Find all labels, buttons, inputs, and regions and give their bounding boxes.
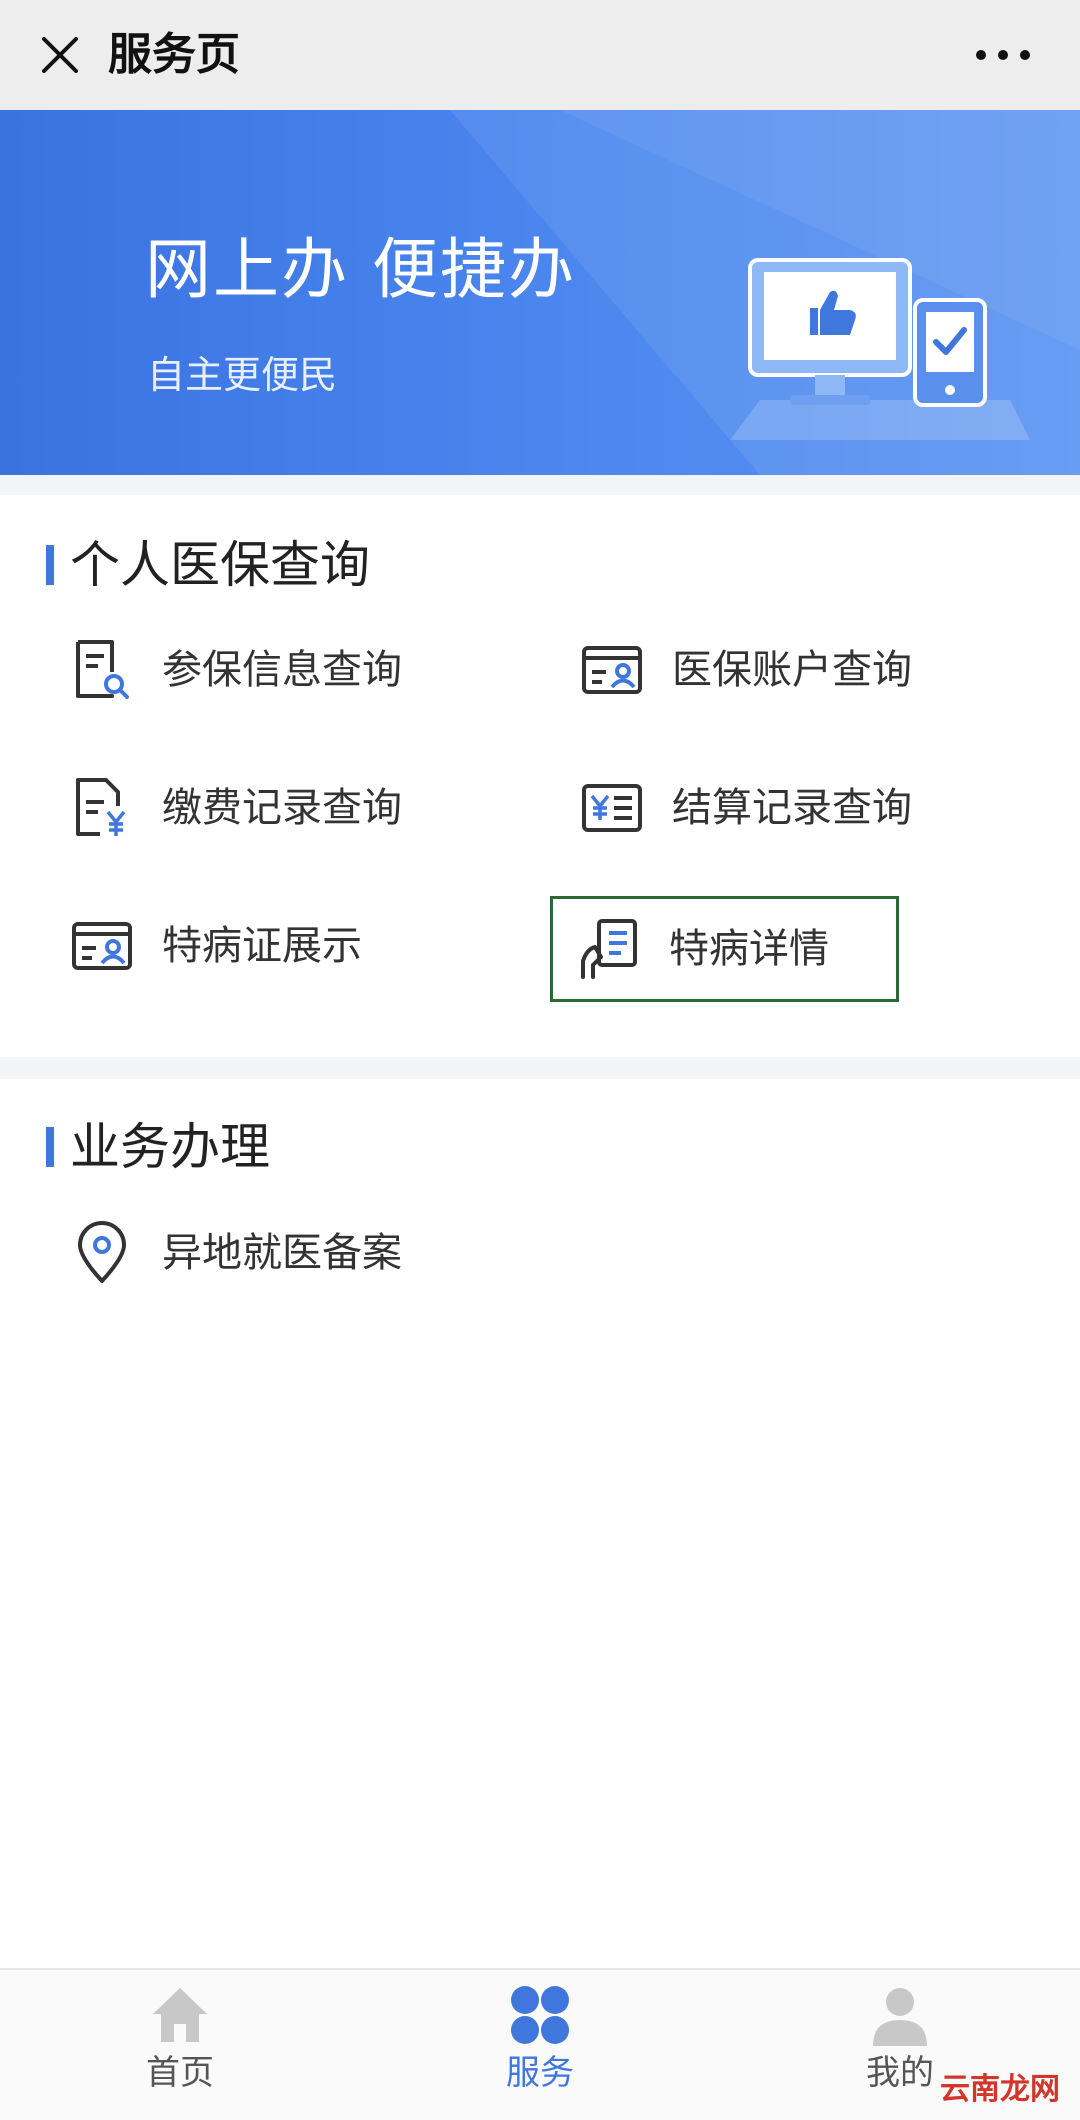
menu-item-label: 参保信息查询: [162, 647, 402, 693]
section-divider: [0, 1057, 1080, 1079]
tab-home[interactable]: 首页: [80, 1980, 280, 2110]
menu-item-account[interactable]: 医保账户查询: [580, 620, 912, 720]
banner-subline: 自主更便民: [147, 353, 338, 397]
menu-item-label: 缴费记录查询: [162, 785, 402, 831]
section-title-business: 业务办理: [46, 1112, 270, 1182]
menu-item-label: 特病证展示: [162, 923, 362, 969]
tab-label: 服务: [506, 2053, 574, 2093]
section-divider: [0, 475, 1080, 495]
banner-headline: 网上办 便捷办: [145, 231, 576, 308]
top-bar: 服务页: [0, 0, 1080, 110]
more-dots-icon[interactable]: [968, 25, 1038, 85]
bottom-tab-bar: 首页 服务 我的: [0, 1968, 1080, 2120]
grid-services-icon: [511, 1986, 569, 2044]
section-title-text: 个人医保查询: [70, 536, 370, 594]
menu-item-label: 医保账户查询: [672, 647, 912, 693]
id-card-icon: [72, 922, 132, 970]
menu-item-special-disease-card[interactable]: 特病证展示: [70, 896, 362, 996]
section-title-text: 业务办理: [70, 1118, 270, 1176]
location-pin-icon: [78, 1221, 126, 1283]
monitor-thumbs-up-illustration: [730, 258, 1030, 440]
menu-item-payment-records[interactable]: 缴费记录查询: [70, 758, 402, 858]
hand-document-icon: [581, 919, 637, 979]
document-yuan-icon: [76, 778, 126, 836]
document-search-icon: [76, 640, 129, 699]
menu-item-special-disease-details[interactable]: 特病详情: [550, 896, 899, 1002]
menu-item-label: 结算记录查询: [672, 785, 912, 831]
menu-item-insurance-info[interactable]: 参保信息查询: [70, 620, 402, 720]
section-accent-bar: [46, 545, 54, 585]
menu-item-settlement-records[interactable]: 结算记录查询: [580, 758, 912, 858]
section-title-personal: 个人医保查询: [46, 530, 370, 600]
tab-label: 首页: [146, 2053, 214, 2093]
watermark-logo: 云南龙网: [940, 2072, 1060, 2107]
yuan-receipt-icon: [582, 784, 642, 832]
close-icon[interactable]: [30, 25, 90, 85]
menu-item-label: 特病详情: [669, 926, 829, 972]
page-title: 服务页: [108, 29, 240, 80]
section-accent-bar: [46, 1127, 54, 1167]
hero-banner: 网上办 便捷办 自主更便民: [0, 110, 1080, 475]
id-card-icon: [582, 646, 642, 694]
menu-item-offsite-medical-filing[interactable]: 异地就医备案: [70, 1203, 402, 1303]
user-icon: [873, 1988, 927, 2046]
tab-services[interactable]: 服务: [440, 1980, 640, 2110]
menu-item-label: 异地就医备案: [162, 1230, 402, 1276]
home-icon: [153, 1988, 207, 2042]
